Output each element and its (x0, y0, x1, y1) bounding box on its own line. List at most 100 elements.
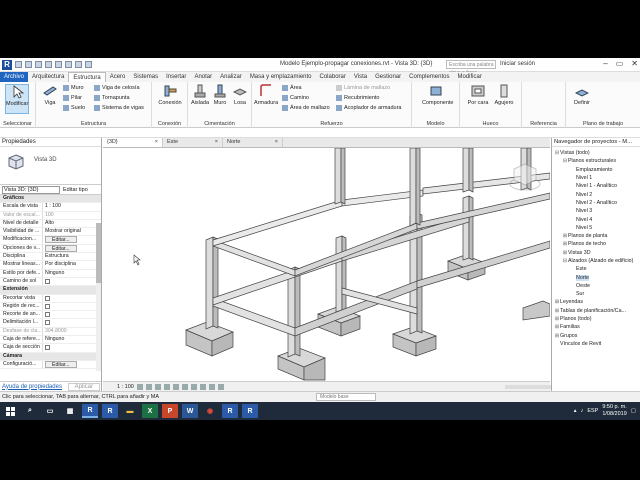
tornapunta-button[interactable]: Tornapunta (94, 94, 130, 102)
area-mallazo-button[interactable]: Área de mallazo (282, 104, 330, 112)
revit-icon[interactable]: R (242, 404, 258, 418)
area-button[interactable]: Área (282, 84, 302, 92)
sign-in-link[interactable]: Iniciar sesión (500, 61, 535, 67)
sistema-vigas-button[interactable]: Sistema de vigas (94, 104, 144, 112)
tab-vista[interactable]: Vista (350, 72, 371, 82)
panel-label-cimentacion[interactable]: Cimentación (188, 121, 251, 127)
property-checkbox[interactable] (45, 278, 50, 284)
file-explorer-icon[interactable]: ▬ (122, 404, 138, 418)
search-input[interactable]: Escriba una palabra clave o frase (446, 60, 496, 76)
tab-arquitectura[interactable]: Arquitectura (28, 72, 68, 82)
property-group[interactable]: Extensión (0, 286, 101, 295)
tab-insertar[interactable]: Insertar (162, 72, 190, 82)
properties-scrollbar[interactable] (96, 223, 101, 371)
suelo-button[interactable]: Suelo (63, 104, 85, 112)
browser-item[interactable]: Emplazamiento (552, 166, 640, 174)
browser-item[interactable]: ⊞ Vistas 3D (552, 249, 640, 257)
property-value[interactable]: 304.8000 (43, 328, 101, 335)
property-value[interactable]: Editar... (43, 244, 101, 252)
model-select[interactable]: Modelo base (316, 393, 376, 401)
redo-icon[interactable] (45, 61, 52, 68)
losa-button[interactable]: Losa (230, 84, 250, 114)
property-value[interactable]: Ninguno (43, 270, 101, 277)
conexion-button[interactable]: Conexión (158, 84, 182, 114)
panel-label-conexion[interactable]: Conexión (152, 121, 187, 127)
show-crop-icon[interactable] (181, 383, 188, 390)
minimize-icon[interactable]: – (603, 59, 607, 68)
property-edit-button[interactable]: Editar... (45, 236, 77, 244)
shadows-icon[interactable] (163, 383, 170, 390)
sun-path-icon[interactable] (154, 383, 161, 390)
property-value[interactable]: Estructura (43, 253, 101, 260)
panel-label-hueco[interactable]: Hueco (460, 121, 521, 127)
browser-item[interactable]: ⊟ Vistas (todo) (552, 149, 640, 157)
browser-item[interactable]: ⊞ Grupos (552, 332, 640, 340)
viga-celosia-button[interactable]: Viga de celosía (94, 84, 140, 92)
property-edit-button[interactable]: Editar... (45, 360, 77, 368)
browser-item[interactable]: Nivel 3 (552, 207, 640, 215)
analytical-model-icon[interactable] (217, 383, 224, 390)
panel-label-modelo[interactable]: Modelo (412, 121, 459, 127)
view-scale[interactable]: 1 : 100 (117, 384, 134, 390)
tab-analizar[interactable]: Analizar (216, 72, 246, 82)
tab-acero[interactable]: Acero (106, 72, 130, 82)
close-icon[interactable]: × (155, 139, 158, 146)
powerpoint-icon[interactable]: P (162, 404, 178, 418)
browser-item[interactable]: Vínculos de Revit (552, 340, 640, 348)
browser-item[interactable]: Nivel 1 (552, 174, 640, 182)
text-icon[interactable] (75, 61, 82, 68)
close-icon[interactable]: × (275, 139, 278, 146)
agujero-button[interactable]: Agujero (492, 84, 516, 114)
property-checkbox[interactable] (45, 345, 50, 351)
chrome-icon[interactable]: ◉ (202, 404, 218, 418)
property-value[interactable] (43, 278, 101, 285)
property-value[interactable]: Ninguno (43, 336, 101, 343)
browser-item[interactable]: ⊟ Alzados (Alzado de edificio) (552, 257, 640, 265)
property-value[interactable]: Por disciplina (43, 261, 101, 268)
property-value[interactable]: Mostrar original (43, 228, 101, 235)
close-icon[interactable]: × (215, 139, 218, 146)
word-icon[interactable]: W (182, 404, 198, 418)
open-icon[interactable] (15, 61, 22, 68)
close-icon[interactable]: ✕ (631, 59, 638, 68)
hide-isolate-icon[interactable] (199, 383, 206, 390)
panel-label-refuerzo[interactable]: Refuerzo (252, 121, 411, 127)
panel-label-plano[interactable]: Plano de trabajo (566, 121, 640, 127)
browser-item[interactable]: ⊞ Leyendas (552, 298, 640, 306)
windows-start-icon[interactable] (2, 404, 18, 418)
property-edit-button[interactable]: Editar... (45, 244, 77, 252)
browser-item[interactable]: ⊟ Planos estructurales (552, 157, 640, 165)
por-cara-button[interactable]: Por cara (466, 84, 490, 114)
apply-button[interactable]: Aplicar (67, 382, 100, 391)
pilar-button[interactable]: Pilar (63, 94, 82, 102)
notifications-icon[interactable]: ▢ (631, 408, 636, 414)
viga-button[interactable]: Viga (38, 84, 62, 114)
property-checkbox[interactable] (45, 295, 50, 301)
excel-icon[interactable]: X (142, 404, 158, 418)
instance-filter-select[interactable]: Vista 3D: {3D} (2, 185, 60, 194)
browser-item[interactable]: Nivel 1 - Analítico (552, 182, 640, 190)
tab-colaborar[interactable]: Colaborar (316, 72, 350, 82)
save-icon[interactable] (25, 61, 32, 68)
task-view-icon[interactable]: ▭ (42, 404, 58, 418)
tab-anotar[interactable]: Anotar (190, 72, 216, 82)
browser-item[interactable]: ⊞ Familias (552, 323, 640, 331)
crop-view-icon[interactable] (172, 383, 179, 390)
property-group[interactable]: Gráficos (0, 195, 101, 204)
modify-button[interactable]: Modificar (5, 84, 29, 114)
property-value[interactable] (43, 311, 101, 318)
armadura-button[interactable]: Armadura (254, 84, 278, 114)
aislada-button[interactable]: Aislada (190, 84, 210, 114)
maximize-icon[interactable]: ▭ (616, 59, 624, 68)
property-group[interactable]: Cámara (0, 352, 101, 361)
property-value[interactable]: 1 : 100 (43, 203, 101, 210)
tab-estructura[interactable]: Estructura (68, 72, 106, 82)
tab-modificar[interactable]: Modificar (453, 72, 485, 82)
volume-icon[interactable]: ♪ (581, 408, 584, 414)
revit-icon[interactable]: R (82, 404, 98, 418)
panel-label-seleccionar[interactable]: Seleccionar (0, 121, 35, 127)
property-value[interactable]: Editar... (43, 360, 101, 368)
browser-item[interactable]: ⊞ Tablas de planificación/Ca... (552, 307, 640, 315)
property-value[interactable] (43, 319, 101, 326)
property-value[interactable] (43, 303, 101, 310)
